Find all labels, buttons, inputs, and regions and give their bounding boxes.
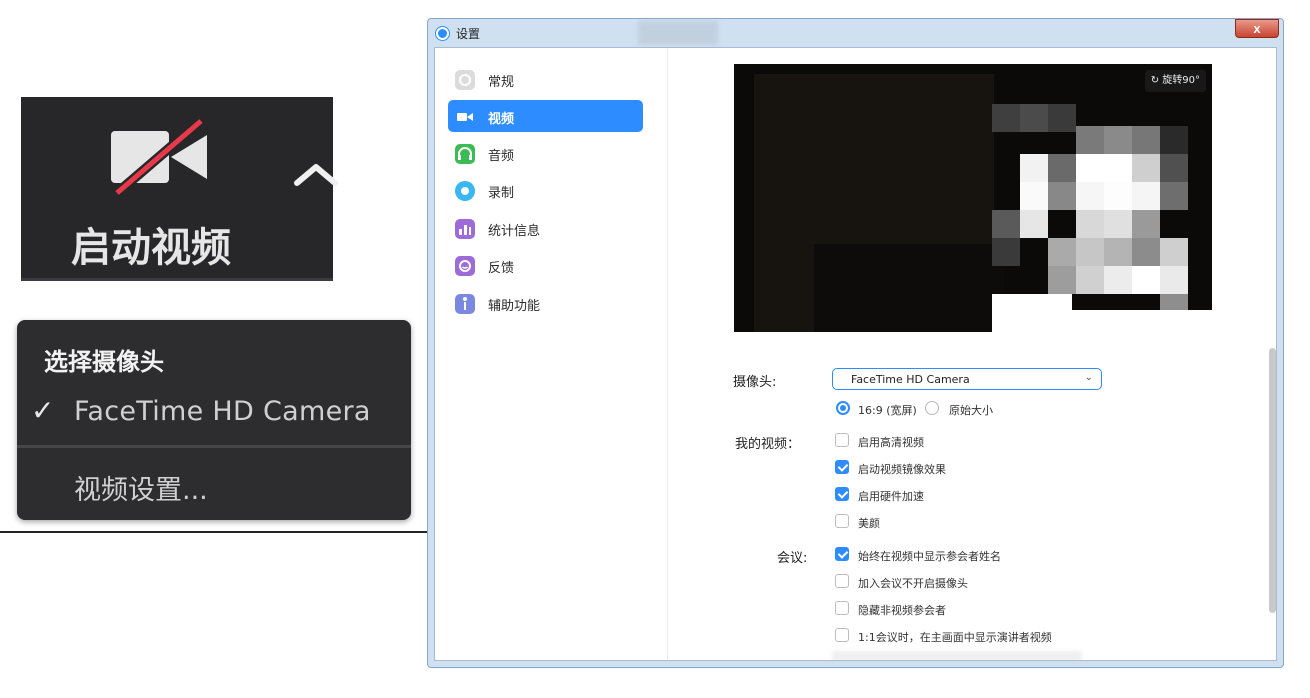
mirror-video-checkbox[interactable] [835, 460, 849, 474]
sidebar-item-label: 统计信息 [488, 224, 541, 239]
menu-item-facetime-camera[interactable]: ✓ FaceTime HD Camera [17, 392, 411, 442]
camera-dropdown[interactable]: FaceTime HD Camera ⌄ [832, 368, 1102, 390]
sidebar-item-label: 辅助功能 [488, 299, 541, 314]
hd-video-checkbox[interactable] [835, 433, 849, 447]
settings-sidebar: 常规 视频 音频 录制 统计信息 反馈 辅助功能 [435, 48, 668, 660]
start-video-button[interactable]: 启动视频 [21, 97, 338, 281]
gear-icon [455, 70, 475, 90]
option-label: 加入会议不开启摄像头 [858, 577, 968, 590]
menu-item-video-settings[interactable]: 视频设置... [17, 468, 411, 508]
sidebar-item-accessibility[interactable]: 辅助功能 [448, 287, 643, 319]
rotate-90-button[interactable]: ↻ 旋转90° [1144, 70, 1206, 92]
close-button[interactable]: x [1235, 19, 1279, 38]
video-settings-panel: ↻ 旋转90° 摄像头: FaceTime HD Camera ⌄ 16:9 (… [669, 48, 1276, 660]
option-label: 启用高清视频 [858, 436, 924, 449]
headphones-icon [455, 144, 475, 164]
sidebar-item-statistics[interactable]: 统计信息 [448, 212, 643, 244]
speaker-video-checkbox[interactable] [835, 628, 849, 642]
caret-up-icon[interactable] [293, 159, 339, 194]
sidebar-item-label: 视频 [488, 112, 515, 127]
ratio-option-label: 原始大小 [949, 404, 993, 417]
sidebar-item-feedback[interactable]: 反馈 [448, 249, 643, 281]
sidebar-item-general[interactable]: 常规 [448, 63, 643, 95]
option-label: 美颜 [858, 517, 880, 530]
sidebar-item-recording[interactable]: 录制 [448, 174, 643, 206]
chevron-down-icon: ⌄ [1084, 372, 1093, 383]
ratio-widescreen-radio[interactable] [836, 401, 850, 415]
scrollbar[interactable] [1269, 348, 1276, 613]
video-icon [455, 107, 475, 127]
my-video-label: 我的视频： [735, 437, 801, 452]
accessibility-icon [455, 294, 475, 314]
feedback-icon [455, 256, 475, 276]
clipped-option [832, 651, 1082, 660]
zoom-app-icon [436, 27, 449, 40]
camera-preview: ↻ 旋转90° [734, 64, 1212, 332]
ratio-original-radio[interactable] [925, 401, 939, 415]
sidebar-item-video[interactable]: 视频 [448, 100, 643, 132]
menu-title: 选择摄像头 [44, 348, 164, 376]
option-label: 启动视频镜像效果 [858, 463, 946, 476]
menu-divider [17, 445, 411, 448]
video-off-icon [109, 117, 209, 202]
camera-label: 摄像头: [733, 375, 777, 390]
camera-dropdown-value: FaceTime HD Camera [851, 373, 970, 386]
blurred-region [638, 21, 718, 45]
sidebar-item-audio[interactable]: 音频 [448, 137, 643, 169]
ratio-option-label: 16:9 (宽屏) [858, 404, 917, 417]
camera-select-menu: 选择摄像头 ✓ FaceTime HD Camera 视频设置... [17, 320, 411, 520]
meeting-label: 会议: [777, 551, 808, 566]
record-icon [455, 181, 475, 201]
option-label: 始终在视频中显示参会者姓名 [858, 550, 1001, 563]
stats-icon [455, 219, 475, 239]
sidebar-item-label: 音频 [488, 149, 515, 164]
show-names-checkbox[interactable] [835, 547, 849, 561]
sidebar-item-label: 录制 [488, 186, 515, 201]
sidebar-item-label: 反馈 [488, 261, 515, 276]
touch-up-checkbox[interactable] [835, 514, 849, 528]
title-bar[interactable]: 设置 x [428, 19, 1283, 47]
video-settings-label: 视频设置... [74, 475, 208, 506]
join-without-video-checkbox[interactable] [835, 574, 849, 588]
option-label: 启用硬件加速 [858, 490, 924, 503]
option-label: 1:1会议时，在主画面中显示演讲者视频 [858, 631, 1052, 644]
hide-non-video-checkbox[interactable] [835, 601, 849, 615]
window-title: 设置 [456, 27, 481, 41]
camera-name: FaceTime HD Camera [74, 396, 371, 427]
hardware-acceleration-checkbox[interactable] [835, 487, 849, 501]
settings-client-area: 常规 视频 音频 录制 统计信息 反馈 辅助功能 ↻ 旋转90° 摄像头: Fa… [434, 47, 1277, 661]
option-label: 隐藏非视频参会者 [858, 604, 946, 617]
rotate-label: 旋转90° [1162, 75, 1200, 86]
checkmark-icon: ✓ [31, 394, 55, 427]
sidebar-item-label: 常规 [488, 75, 515, 90]
start-video-label: 启动视频 [71, 225, 231, 271]
settings-window: 设置 x 常规 视频 音频 录制 统计信息 反馈 辅助功能 ↻ 旋转90° 摄像… [427, 18, 1284, 668]
pixelated-preview-image [734, 64, 1212, 332]
divider-line [0, 531, 430, 533]
